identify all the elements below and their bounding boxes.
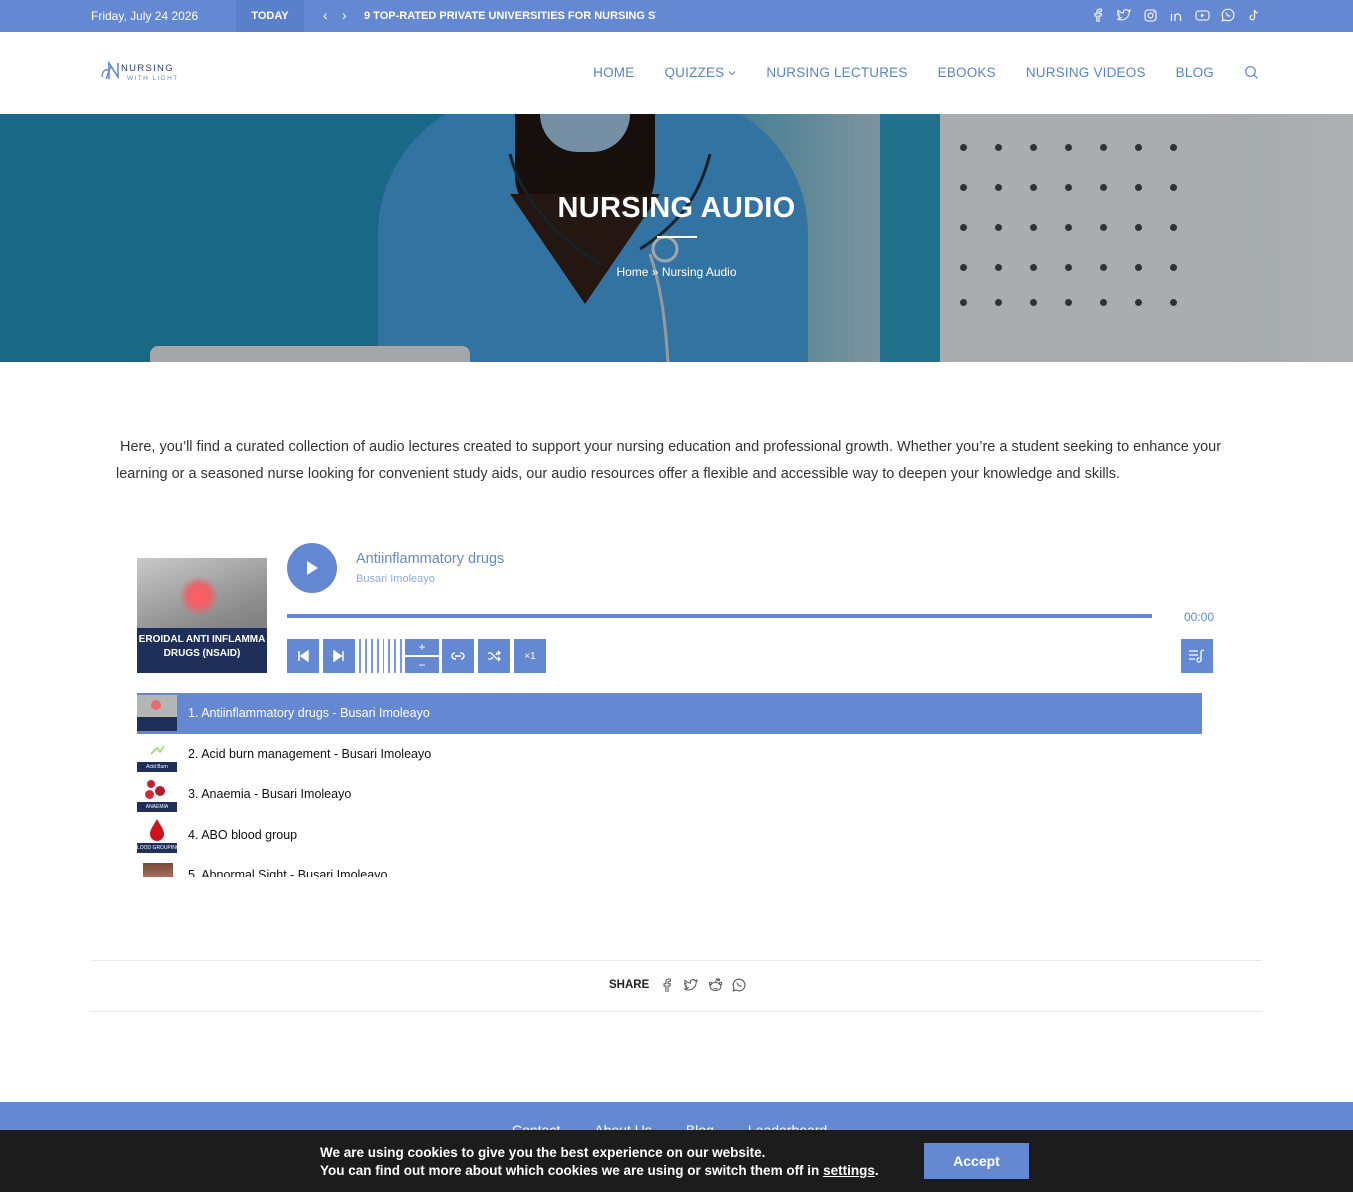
playlist-item-label: 4. ABO blood group — [188, 827, 298, 842]
ticker-prev-icon[interactable]: ‹ — [323, 7, 328, 23]
search-icon[interactable] — [1244, 65, 1259, 80]
logo-subtext: WITH LIGHT — [127, 75, 179, 82]
breadcrumb: Home » Nursing Audio — [0, 265, 1353, 279]
cookie-message-line2: You can find out more about which cookie… — [320, 1163, 824, 1178]
page-hero: NURSING AUDIO Home » Nursing Audio — [0, 114, 1353, 362]
volume-controls: + − — [405, 639, 439, 673]
playlist: 1. Antiinflammatory drugs - Busari Imole… — [137, 693, 1202, 877]
accept-button[interactable]: Accept — [924, 1143, 1029, 1179]
menu-quizzes-label: QUIZZES — [664, 65, 725, 80]
menu-home[interactable]: HOME — [593, 65, 634, 80]
menu-nursing-lectures[interactable]: NURSING LECTURES — [766, 65, 907, 80]
reddit-icon[interactable] — [707, 977, 723, 993]
thumb-caption: ANAEMIA — [137, 802, 177, 813]
playlist-thumb-nsaid — [137, 695, 177, 732]
playlist-icon — [1189, 649, 1205, 663]
playlist-item[interactable]: 5. Abnormal Sight - Busari Imoleayo — [137, 855, 1202, 877]
track-title: Antiinflammatory drugs — [356, 551, 505, 567]
cookie-settings-link[interactable]: settings — [823, 1163, 875, 1178]
loop-button[interactable] — [442, 639, 474, 673]
playlist-item[interactable]: ANAEMIA 3. Anaemia - Busari Imoleayo — [137, 774, 1202, 815]
social-links — [1089, 6, 1263, 24]
cover-image-detail — [179, 576, 219, 616]
playlist-thumb-acid-burn: Acid Burn — [137, 735, 177, 772]
skip-forward-icon — [333, 650, 344, 662]
logo-text: NURSING — [121, 63, 174, 74]
divider — [91, 1011, 1262, 1012]
page-title: NURSING AUDIO — [557, 192, 796, 224]
menu-ebooks[interactable]: EBOOKS — [938, 65, 996, 80]
shuffle-icon — [487, 650, 501, 662]
title-underline — [657, 236, 697, 238]
playlist-item[interactable]: 1. Antiinflammatory drugs - Busari Imole… — [137, 693, 1202, 734]
menu-quizzes[interactable]: QUIZZES — [664, 65, 736, 80]
album-cover: EROIDAL ANTI INFLAMMA DRUGS (NSAID) — [137, 558, 267, 673]
volume-down-button[interactable]: − — [405, 657, 439, 673]
whatsapp-icon[interactable] — [731, 977, 747, 993]
divider — [91, 960, 1262, 961]
share-label: SHARE — [609, 979, 650, 991]
share-bar: SHARE — [609, 977, 747, 993]
twitter-icon[interactable] — [1115, 6, 1133, 24]
chevron-down-icon — [729, 70, 736, 75]
playlist-item-label: 2. Acid burn management - Busari Imoleay… — [188, 746, 432, 761]
skip-back-icon — [298, 650, 309, 662]
breadcrumb-home[interactable]: Home — [616, 265, 648, 279]
tiktok-icon[interactable] — [1245, 6, 1263, 24]
site-header: NURSING WITH LIGHT HOME QUIZZES NURSING … — [0, 32, 1353, 114]
loop-icon — [451, 652, 465, 660]
intro-paragraph: Here, you’ll find a curated collection o… — [116, 439, 1222, 482]
playlist-thumb-blood-group: LOOD GROUPING — [137, 816, 177, 853]
track-time: 00:00 — [1184, 610, 1215, 624]
cookie-message-end: . — [874, 1163, 879, 1178]
cookie-message-line1: We are using cookies to give you the bes… — [320, 1145, 766, 1160]
next-button[interactable] — [323, 639, 355, 673]
cover-caption-line2: DRUGS (NSAID) — [163, 648, 241, 659]
playlist-item[interactable]: LOOD GROUPING 4. ABO blood group — [137, 815, 1202, 856]
playlist-item-label: 1. Antiinflammatory drugs - Busari Imole… — [188, 706, 430, 721]
play-button[interactable] — [287, 543, 337, 593]
top-bar: Friday, July 24 2026 TODAY ‹ › 9 TOP-RAT… — [0, 0, 1353, 32]
track-artist: Busari Imoleayo — [356, 573, 435, 585]
volume-bar[interactable] — [359, 639, 403, 673]
ticker-next-icon[interactable]: › — [342, 7, 347, 23]
site-logo[interactable]: NURSING WITH LIGHT — [100, 57, 190, 87]
instagram-icon[interactable] — [1141, 6, 1159, 24]
cookie-message: We are using cookies to give you the bes… — [320, 1144, 879, 1180]
linkedin-icon[interactable] — [1167, 6, 1185, 24]
thumb-caption: Acid Burn — [137, 761, 177, 772]
playlist-thumb-sight — [137, 857, 177, 877]
main-menu: HOME QUIZZES NURSING LECTURES EBOOKS NUR… — [593, 65, 1259, 80]
menu-nursing-videos[interactable]: NURSING VIDEOS — [1026, 65, 1146, 80]
twitter-icon[interactable] — [683, 977, 699, 993]
shuffle-button[interactable] — [478, 639, 510, 673]
volume-up-button[interactable]: + — [405, 639, 439, 655]
progress-bar[interactable] — [287, 614, 1152, 618]
youtube-icon[interactable] — [1193, 6, 1211, 24]
hero-overlay — [0, 114, 1353, 362]
current-date: Friday, July 24 2026 — [91, 9, 199, 23]
playlist-item[interactable]: Acid Burn 2. Acid burn management - Busa… — [137, 734, 1202, 775]
cover-caption-line1: EROIDAL ANTI INFLAMMA — [138, 634, 266, 645]
whatsapp-icon[interactable] — [1219, 6, 1237, 24]
playlist-item-label: 5. Abnormal Sight - Busari Imoleayo — [188, 868, 388, 877]
previous-button[interactable] — [287, 639, 319, 673]
news-ticker[interactable]: 9 TOP-RATED PRIVATE UNIVERSITIES FOR NUR… — [364, 10, 656, 22]
playlist-thumb-anaemia: ANAEMIA — [137, 776, 177, 813]
menu-blog[interactable]: BLOG — [1176, 65, 1214, 80]
play-icon — [307, 561, 318, 575]
cover-caption: EROIDAL ANTI INFLAMMA DRUGS (NSAID) — [137, 628, 267, 673]
playlist-toggle-button[interactable] — [1181, 639, 1213, 673]
facebook-icon[interactable] — [1089, 6, 1107, 24]
speed-button[interactable]: ×1 — [514, 639, 546, 673]
facebook-icon[interactable] — [659, 977, 675, 993]
cookie-banner: We are using cookies to give you the bes… — [0, 1130, 1353, 1192]
breadcrumb-current: Nursing Audio — [661, 265, 737, 279]
breadcrumb-separator: » — [648, 265, 662, 279]
playlist-item-label: 3. Anaemia - Busari Imoleayo — [188, 787, 352, 802]
thumb-caption: LOOD GROUPING — [137, 842, 177, 853]
today-label: TODAY — [236, 0, 304, 32]
